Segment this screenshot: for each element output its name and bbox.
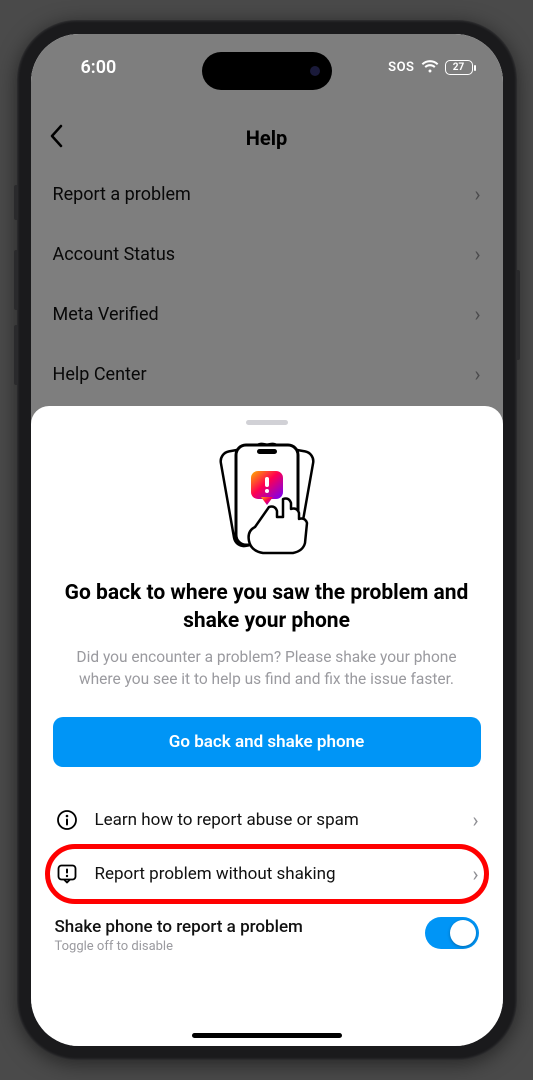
wifi-icon: [421, 60, 439, 74]
report-without-shaking-row[interactable]: Report problem without shaking ›: [53, 847, 481, 901]
status-right: SOS 27: [388, 54, 472, 75]
toggle-sublabel: Toggle off to disable: [55, 939, 303, 954]
go-back-shake-button[interactable]: Go back and shake phone: [53, 717, 481, 767]
volume-up-button: [14, 250, 18, 310]
info-icon: [55, 808, 79, 832]
report-icon: [55, 862, 79, 886]
sheet-subtitle: Did you encounter a problem? Please shak…: [53, 646, 481, 691]
home-indicator[interactable]: [192, 1033, 342, 1038]
screen: Help Report a problem › Account Status ›…: [31, 34, 503, 1046]
volume-down-button: [14, 325, 18, 385]
shake-toggle-switch[interactable]: [425, 917, 479, 949]
chevron-right-icon: ›: [472, 808, 478, 832]
learn-report-abuse-row[interactable]: Learn how to report abuse or spam ›: [53, 793, 481, 847]
sheet-grabber[interactable]: [246, 420, 288, 425]
toggle-label: Shake phone to report a problem: [55, 917, 303, 937]
sheet-row-label: Report problem without shaking: [95, 864, 336, 884]
shake-phone-illustration: [53, 439, 481, 559]
battery-indicator: 27: [445, 60, 473, 75]
shake-toggle-row: Shake phone to report a problem Toggle o…: [53, 901, 481, 954]
report-problem-sheet: Go back to where you saw the problem and…: [31, 406, 503, 1046]
sheet-title: Go back to where you saw the problem and…: [53, 579, 481, 636]
status-time: 6:00: [61, 51, 117, 78]
sos-indicator: SOS: [388, 60, 414, 75]
sheet-row-label: Learn how to report abuse or spam: [95, 810, 359, 830]
phone-frame: Help Report a problem › Account Status ›…: [17, 20, 517, 1060]
chevron-right-icon: ›: [472, 862, 478, 886]
silent-switch: [14, 185, 18, 220]
battery-level: 27: [453, 62, 464, 73]
dynamic-island: [202, 52, 332, 90]
power-button: [516, 270, 520, 360]
